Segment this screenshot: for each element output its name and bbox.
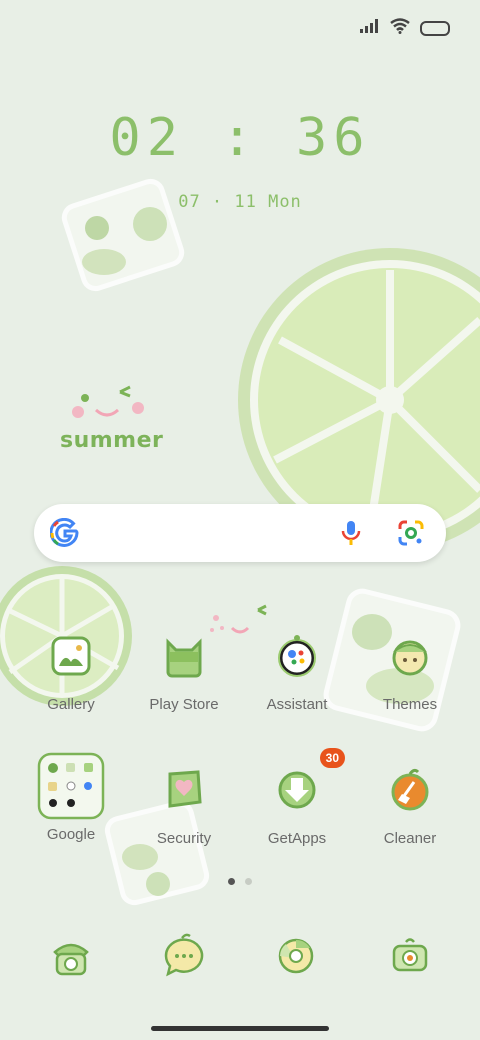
messages-icon[interactable] — [158, 930, 210, 982]
camera-icon[interactable] — [384, 930, 436, 982]
clock-time[interactable]: 02 : 36 — [0, 108, 480, 168]
cleaner-icon — [380, 760, 440, 820]
app-folder-google[interactable]: Google — [15, 752, 127, 843]
app-label: Gallery — [47, 696, 95, 713]
signal-icon — [360, 19, 380, 38]
gesture-navigation-bar[interactable] — [151, 1026, 329, 1031]
google-search-bar[interactable] — [34, 504, 446, 562]
app-label: Play Store — [149, 696, 219, 713]
app-getapps[interactable]: 30 GetApps — [241, 748, 353, 847]
themes-icon — [380, 626, 440, 686]
dock — [0, 930, 480, 986]
wallpaper-text: summer — [60, 428, 164, 453]
page-dot[interactable] — [245, 878, 252, 885]
page-indicator[interactable] — [228, 878, 252, 885]
notification-badge: 30 — [319, 748, 345, 768]
play-store-icon — [154, 626, 214, 686]
google-logo — [49, 517, 80, 554]
app-label: Assistant — [266, 696, 328, 713]
phone-icon[interactable] — [45, 930, 97, 982]
app-label: Security — [156, 830, 212, 847]
battery-icon — [420, 21, 450, 36]
page-dot-active[interactable] — [228, 878, 235, 885]
app-label: GetApps — [267, 830, 327, 847]
app-play-store[interactable]: Play Store — [128, 626, 240, 713]
app-cleaner[interactable]: Cleaner — [354, 760, 466, 847]
browser-icon[interactable] — [270, 930, 322, 982]
folder-icon — [37, 752, 105, 820]
app-label: Google — [46, 826, 96, 843]
wifi-icon — [390, 18, 410, 39]
app-security[interactable]: Security — [128, 760, 240, 847]
microphone-icon[interactable] — [340, 520, 362, 551]
status-bar — [360, 18, 450, 39]
getapps-icon: 30 — [267, 748, 345, 820]
gallery-icon — [41, 626, 101, 686]
app-label: Cleaner — [383, 830, 437, 847]
app-gallery[interactable]: Gallery — [15, 626, 127, 713]
assistant-icon — [267, 626, 327, 686]
kawaii-face — [72, 385, 144, 418]
app-themes[interactable]: Themes — [354, 626, 466, 713]
google-lens-icon[interactable] — [398, 520, 424, 551]
app-label: Themes — [382, 696, 438, 713]
clock-date[interactable]: 07 · 11 Mon — [0, 192, 480, 212]
security-icon — [154, 760, 214, 820]
app-assistant[interactable]: Assistant — [241, 626, 353, 713]
